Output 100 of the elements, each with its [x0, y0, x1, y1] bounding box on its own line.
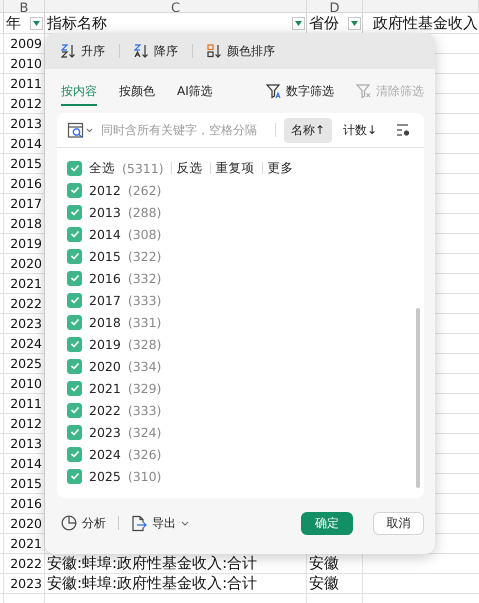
table-cell: 2011 — [10, 396, 42, 411]
item-count: (329) — [128, 380, 162, 396]
item-count: (324) — [128, 424, 162, 440]
caret-icon — [295, 20, 302, 26]
item-label: 2024 — [89, 446, 121, 462]
table-cell: 安徽:蚌埠:政府性基金收入:合计 — [47, 574, 258, 593]
column-letter: C — [170, 2, 180, 12]
sort-button[interactable]: 降序 — [134, 42, 178, 60]
filter-tab[interactable]: AI筛选 — [177, 78, 213, 106]
list-action-link[interactable]: 重复项 — [216, 160, 255, 176]
analyze-button[interactable]: 分析 — [61, 514, 106, 532]
item-label: 2013 — [89, 204, 121, 220]
item-label: 2021 — [89, 380, 121, 396]
item-count: (288) — [128, 204, 162, 220]
checkmark-icon — [70, 428, 80, 436]
header-cell-text: 省份 — [309, 14, 340, 32]
item-label: 2023 — [89, 424, 121, 440]
checkmark-icon — [70, 384, 80, 392]
item-count: (334) — [128, 358, 162, 374]
clear-filter-icon — [356, 84, 372, 98]
checkmark-icon — [70, 406, 80, 414]
table-cell: 2013 — [10, 436, 42, 451]
checkmark-icon — [70, 208, 80, 216]
table-cell: 2024 — [10, 336, 42, 351]
sort-button[interactable]: 颜色排序 — [207, 42, 275, 60]
select-all-label: 全选 — [89, 160, 115, 176]
search-field[interactable]: 同时含所有关键字，空格分隔 — [99, 123, 271, 137]
item-label: 2016 — [89, 270, 121, 286]
sort-toggle[interactable]: 计数↓ — [336, 118, 384, 142]
search-icon — [67, 121, 95, 139]
table-cell: 2013 — [10, 116, 42, 131]
sort-button[interactable]: 升序 — [61, 42, 105, 60]
item-count: (326) — [128, 446, 162, 462]
number-filter-button[interactable]: 数字筛选 — [266, 82, 334, 100]
header-cell-text: 指标名称 — [47, 14, 108, 32]
table-cell: 2021 — [10, 276, 42, 291]
filter-dropdown-button[interactable] — [348, 16, 361, 30]
item-label: 2017 — [89, 292, 121, 308]
cancel-button[interactable]: 取消 — [373, 512, 424, 534]
filter-tab[interactable]: 按颜色 — [119, 78, 155, 106]
checkmark-icon — [70, 450, 80, 458]
checkbox[interactable] — [67, 248, 82, 264]
item-label: 2015 — [89, 248, 121, 264]
checkbox[interactable] — [67, 314, 82, 330]
checkbox[interactable] — [67, 358, 82, 374]
checkbox[interactable] — [67, 204, 82, 220]
checkmark-icon — [70, 318, 80, 326]
scrollbar-thumb[interactable] — [416, 308, 420, 488]
header-cell-text: 年 — [6, 14, 22, 32]
checkbox[interactable] — [67, 402, 82, 418]
checkbox[interactable] — [67, 446, 82, 462]
table-cell: 安徽 — [309, 574, 339, 593]
checkmark-icon — [70, 186, 80, 194]
checkmark-icon — [70, 340, 80, 348]
ok-button[interactable]: 确定 — [301, 512, 353, 534]
table-cell: 2016 — [10, 496, 42, 511]
color-sort-icon — [207, 44, 223, 58]
item-count: (331) — [128, 314, 162, 330]
list-action-link[interactable]: 更多 — [268, 160, 294, 176]
table-cell: 2023 — [10, 316, 42, 331]
export-button[interactable]: 导出 — [131, 514, 189, 532]
table-cell: 2017 — [10, 196, 42, 211]
filter-dropdown-button[interactable] — [30, 16, 43, 30]
table-cell: 2009 — [10, 36, 42, 51]
item-label: 2018 — [89, 314, 121, 330]
table-cell: 安徽 — [309, 554, 339, 573]
caret-icon — [351, 20, 358, 26]
sort-toggle[interactable]: 名称↑ — [284, 118, 332, 142]
table-cell: 2012 — [10, 416, 42, 431]
list-action-link[interactable]: 反选 — [176, 160, 203, 176]
checkbox[interactable] — [67, 336, 82, 352]
table-cell: 2022 — [10, 556, 42, 571]
item-label: 2012 — [89, 182, 121, 198]
sort-descending-icon — [134, 44, 150, 58]
checkmark-icon — [70, 362, 80, 370]
checkbox[interactable] — [67, 270, 82, 286]
checkmark-icon — [70, 472, 80, 480]
table-cell: 2014 — [10, 136, 42, 151]
table-cell: 2020 — [10, 516, 42, 531]
checkmark-icon — [70, 296, 80, 304]
checkmark-icon — [70, 274, 80, 282]
checkbox[interactable] — [67, 424, 82, 440]
chevron-down-icon — [181, 520, 189, 526]
filter-dropdown-button[interactable] — [292, 16, 305, 30]
checkbox[interactable] — [67, 468, 82, 484]
checkmark-icon — [70, 230, 80, 238]
table-cell: 2020 — [10, 256, 42, 271]
table-cell: 2022 — [10, 296, 42, 311]
checkbox[interactable] — [67, 182, 82, 198]
table-cell: 2015 — [10, 476, 42, 491]
checkbox[interactable] — [67, 226, 82, 242]
checkbox[interactable] — [67, 380, 82, 396]
checkbox[interactable] — [67, 160, 82, 176]
filter-tab[interactable]: 按内容 — [61, 78, 97, 106]
item-count: (333) — [128, 402, 162, 418]
list-settings-icon[interactable] — [396, 123, 410, 137]
table-cell: 2014 — [10, 456, 42, 471]
item-count: (322) — [128, 248, 162, 264]
checkbox[interactable] — [67, 292, 82, 308]
table-cell: 2015 — [10, 156, 42, 171]
